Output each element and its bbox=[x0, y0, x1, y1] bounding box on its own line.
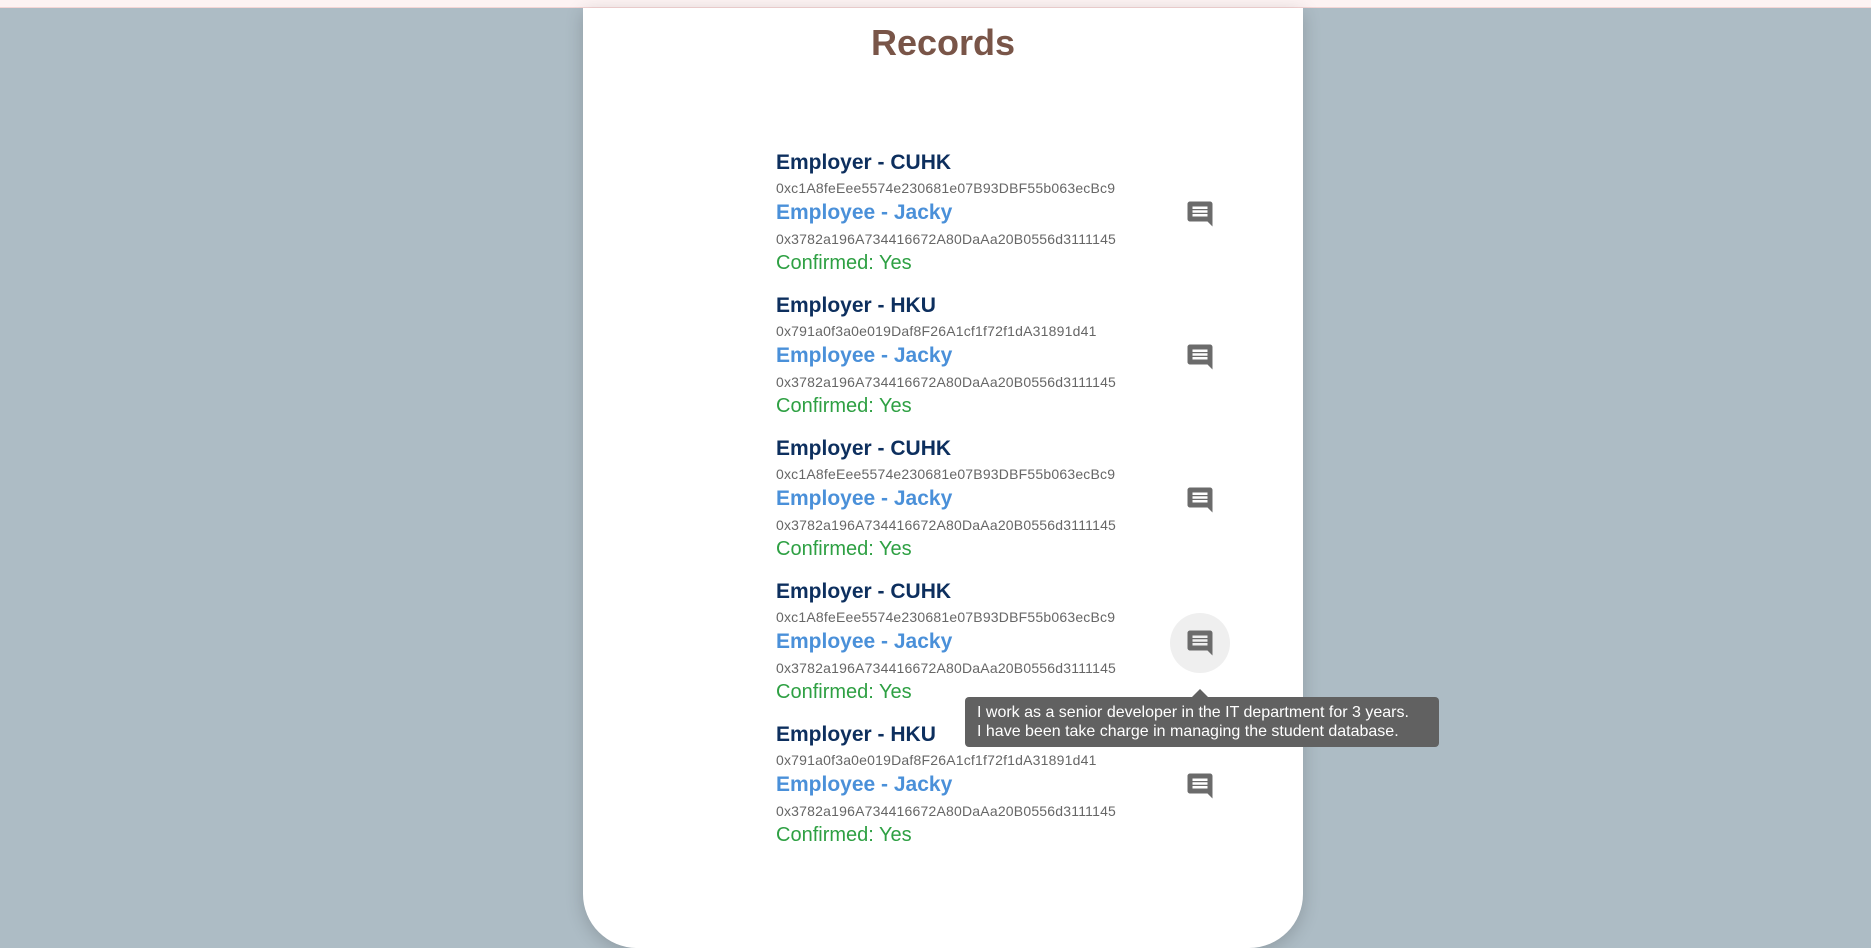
employee-name: Employee - Jacky bbox=[776, 773, 953, 796]
tooltip-arrow bbox=[1192, 689, 1208, 697]
confirmed-status: Confirmed: Yes bbox=[776, 395, 912, 417]
comment-button[interactable] bbox=[1170, 613, 1230, 673]
comment-icon bbox=[1187, 630, 1213, 656]
top-strip bbox=[0, 0, 1871, 8]
employee-address: 0x3782a196A734416672A80DaAa20B0556d31111… bbox=[776, 374, 1117, 390]
employee-name: Employee - Jacky bbox=[776, 487, 953, 510]
comment-icon bbox=[1187, 487, 1213, 513]
employer-name: Employer - HKU bbox=[776, 294, 936, 317]
comment-button[interactable] bbox=[1170, 470, 1230, 530]
confirmed-status: Confirmed: Yes bbox=[776, 824, 912, 846]
record-item: Employer - HKU 0x791a0f3a0e019Daf8F26A1c… bbox=[776, 294, 1236, 434]
comment-icon bbox=[1187, 344, 1213, 370]
tooltip-line-2: I have been take charge in managing the … bbox=[977, 723, 1399, 740]
employee-name: Employee - Jacky bbox=[776, 201, 953, 224]
employee-address: 0x3782a196A734416672A80DaAa20B0556d31111… bbox=[776, 231, 1117, 247]
comment-button[interactable] bbox=[1170, 327, 1230, 387]
confirmed-status: Confirmed: Yes bbox=[776, 538, 912, 560]
comment-tooltip: I work as a senior developer in the IT d… bbox=[965, 697, 1439, 747]
employer-address: 0x791a0f3a0e019Daf8F26A1cf1f72f1dA31891d… bbox=[776, 752, 1097, 768]
employer-address: 0x791a0f3a0e019Daf8F26A1cf1f72f1dA31891d… bbox=[776, 323, 1097, 339]
comment-button[interactable] bbox=[1170, 756, 1230, 816]
employee-address: 0x3782a196A734416672A80DaAa20B0556d31111… bbox=[776, 803, 1117, 819]
employee-address: 0x3782a196A734416672A80DaAa20B0556d31111… bbox=[776, 517, 1117, 533]
employer-address: 0xc1A8feEee5574e230681e07B93DBF55b063ecB… bbox=[776, 180, 1116, 196]
confirmed-status: Confirmed: Yes bbox=[776, 681, 912, 703]
comment-button[interactable] bbox=[1170, 184, 1230, 244]
employer-name: Employer - CUHK bbox=[776, 151, 952, 174]
record-item: Employer - CUHK 0xc1A8feEee5574e230681e0… bbox=[776, 151, 1236, 291]
employee-address: 0x3782a196A734416672A80DaAa20B0556d31111… bbox=[776, 660, 1117, 676]
employee-name: Employee - Jacky bbox=[776, 630, 953, 653]
page-title: Records bbox=[870, 22, 1016, 63]
employer-address: 0xc1A8feEee5574e230681e07B93DBF55b063ecB… bbox=[776, 466, 1116, 482]
comment-icon bbox=[1187, 773, 1213, 799]
comment-icon bbox=[1187, 201, 1213, 227]
employer-name: Employer - CUHK bbox=[776, 580, 952, 603]
employer-name: Employer - HKU bbox=[776, 723, 936, 746]
records-card: Records Employer - CUHK 0xc1A8feEee5574e… bbox=[583, 8, 1303, 948]
employer-name: Employer - CUHK bbox=[776, 437, 952, 460]
employer-address: 0xc1A8feEee5574e230681e07B93DBF55b063ecB… bbox=[776, 609, 1116, 625]
confirmed-status: Confirmed: Yes bbox=[776, 252, 912, 274]
tooltip-line-1: I work as a senior developer in the IT d… bbox=[977, 704, 1409, 721]
employee-name: Employee - Jacky bbox=[776, 344, 953, 367]
record-item: Employer - CUHK 0xc1A8feEee5574e230681e0… bbox=[776, 437, 1236, 577]
